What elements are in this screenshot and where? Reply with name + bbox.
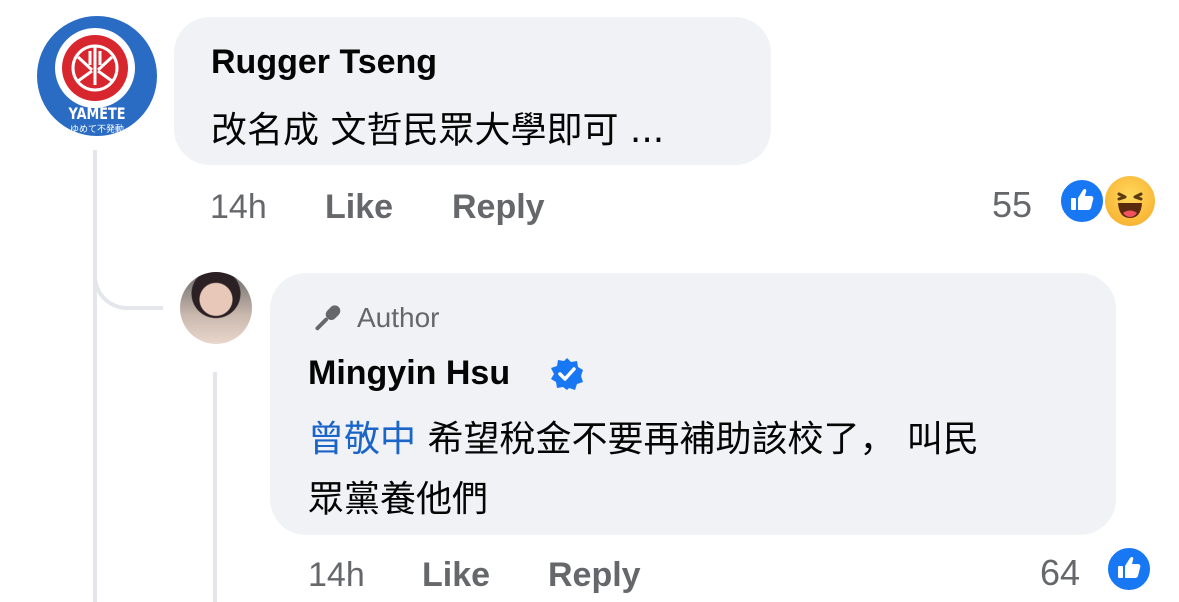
comment-author-name[interactable]: Mingyin Hsu [308,354,510,393]
thread-connector [93,230,163,310]
verified-badge-icon [551,358,583,390]
avatar[interactable]: YAMETE ゆめて不発動 [37,16,157,136]
comment-timestamp[interactable]: 14h [308,556,365,595]
reply-text: 希望稅金不要再補助該校了， 叫民 [427,419,979,460]
avatar-brand-subtext: ゆめて不発動 [69,125,124,135]
reaction-count[interactable]: 55 [992,184,1032,226]
haha-icon [1105,176,1155,226]
reply-text-line-1: 曾敬中 希望稅金不要再補助該校了， 叫民 [308,410,979,462]
avatar-brand-text: YAMETE [68,104,126,123]
comment-text: 改名成 文哲民眾大學即可 ... [211,110,665,151]
mention-link[interactable]: 曾敬中 [308,419,416,460]
reply-button[interactable]: Reply [452,188,545,227]
microphone-icon [315,305,341,331]
reply-text [416,419,427,460]
like-icon [1105,545,1153,593]
avatar[interactable] [180,272,252,344]
author-badge-label: Author [357,302,440,333]
tuning-fork-logo-icon [62,35,128,101]
like-icon [1058,177,1106,225]
reaction-count[interactable]: 64 [1040,552,1080,594]
reply-thread-line [213,372,217,602]
thread-line [93,150,97,602]
comment-author-name[interactable]: Rugger Tseng [211,43,437,82]
reply-button[interactable]: Reply [548,556,641,595]
reply-text-line-2: 眾黨養他們 [308,479,489,520]
like-button[interactable]: Like [422,556,490,595]
comment-bubble: Rugger Tseng 改名成 文哲民眾大學即可 ... [174,17,771,165]
comment-timestamp[interactable]: 14h [210,188,267,227]
like-button[interactable]: Like [325,188,393,227]
